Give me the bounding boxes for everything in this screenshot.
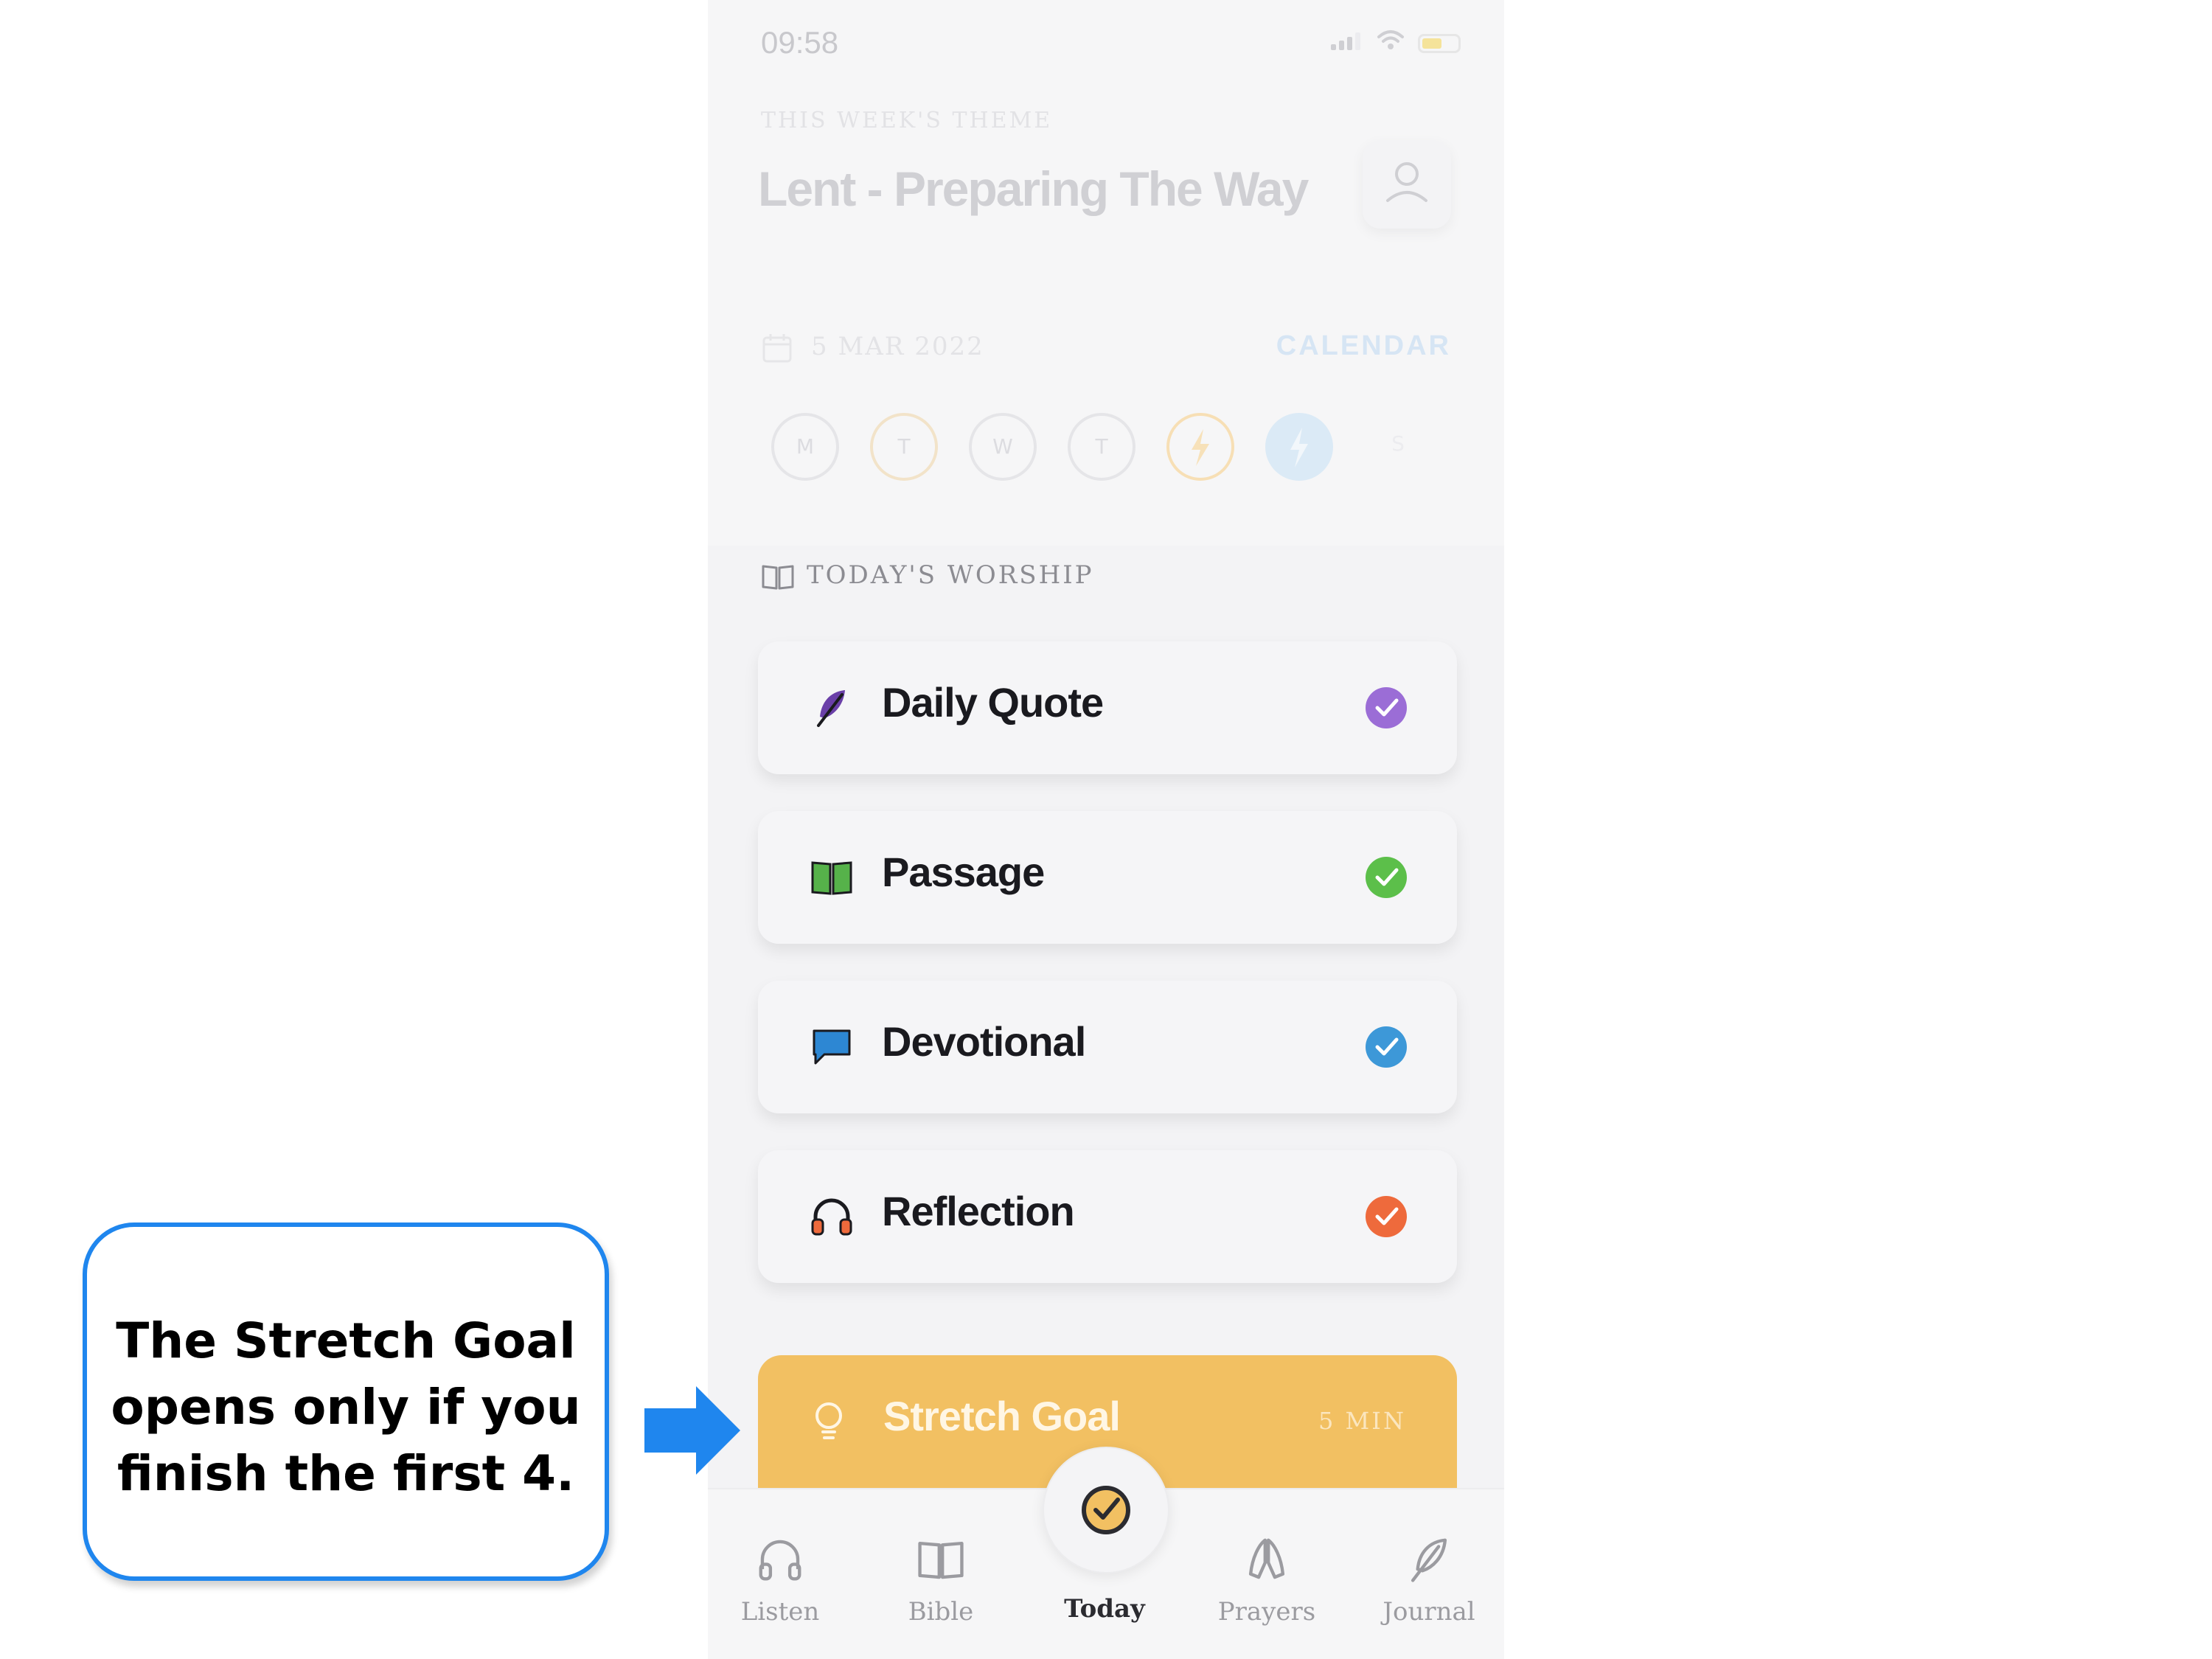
praying-hands-icon	[1248, 1538, 1285, 1579]
chat-bubble-icon	[813, 1029, 851, 1065]
calendar-link[interactable]: CALENDAR	[1276, 330, 1451, 362]
check-circle-icon	[1366, 687, 1407, 728]
arrow-right-icon	[644, 1386, 740, 1475]
tab-listen[interactable]: Listen	[714, 1534, 846, 1627]
theme-label: THIS WEEK'S THEME	[761, 108, 1053, 133]
calendar-icon	[762, 334, 792, 363]
tab-bible[interactable]: Bible	[874, 1534, 1007, 1627]
headphones-icon	[759, 1540, 801, 1581]
worship-card-label: Passage	[882, 849, 1045, 895]
annotation-text: The Stretch Goal opens only if you finis…	[109, 1308, 582, 1507]
day-tuesday[interactable]: T	[870, 413, 938, 481]
current-date: 5 MAR 2022	[811, 332, 984, 361]
profile-button[interactable]	[1363, 140, 1451, 229]
tab-label: Prayers	[1217, 1597, 1316, 1627]
phone-screen: 09:58 THIS WEEK'S THEME Lent - Preparing…	[708, 0, 1504, 1659]
signal-icon	[1331, 32, 1363, 50]
headphones-icon	[811, 1198, 852, 1236]
book-icon	[762, 565, 794, 590]
check-circle-icon	[1366, 857, 1407, 898]
lightning-icon	[1192, 429, 1209, 466]
annotation-callout: The Stretch Goal opens only if you finis…	[83, 1222, 609, 1581]
today-center-button[interactable]	[1043, 1447, 1169, 1573]
status-time: 09:58	[761, 25, 839, 60]
user-icon	[1386, 162, 1427, 202]
lightning-icon	[1290, 428, 1308, 467]
status-bar: 09:58	[708, 0, 1504, 88]
worship-card-reflection[interactable]: Reflection	[758, 1150, 1457, 1283]
tab-label: Journal	[1382, 1597, 1475, 1627]
tab-label: Today	[1064, 1594, 1145, 1624]
annotation-line: opens only if you	[111, 1379, 581, 1436]
book-icon	[918, 1541, 964, 1579]
stretch-goal-duration: 5 MIN	[1318, 1407, 1406, 1435]
worship-card-label: Devotional	[882, 1018, 1086, 1065]
worship-card-passage[interactable]: Passage	[758, 811, 1457, 944]
feather-icon	[1411, 1538, 1447, 1582]
header-area: 09:58 THIS WEEK'S THEME Lent - Preparing…	[708, 0, 1504, 546]
annotation-line: finish the first 4.	[116, 1445, 575, 1502]
wifi-icon	[1377, 30, 1404, 49]
day-saturday[interactable]	[1265, 413, 1333, 481]
worship-card-label: Reflection	[882, 1188, 1075, 1234]
check-circle-icon	[1082, 1486, 1130, 1534]
day-friday[interactable]	[1166, 413, 1234, 481]
check-circle-icon	[1366, 1196, 1407, 1237]
feather-icon	[817, 690, 845, 727]
lightbulb-icon	[815, 1402, 842, 1439]
day-thursday[interactable]: T	[1068, 413, 1135, 481]
date-row: 5 MAR 2022 CALENDAR	[761, 330, 1451, 367]
annotation-line: The Stretch Goal	[116, 1312, 576, 1369]
worship-card-daily-quote[interactable]: Daily Quote	[758, 641, 1457, 774]
section-title-todays-worship: TODAY'S WORSHIP	[807, 560, 1094, 590]
stretch-goal-label: Stretch Goal	[883, 1393, 1121, 1439]
theme-title: Lent - Preparing The Way	[758, 161, 1309, 216]
worship-card-label: Daily Quote	[882, 679, 1104, 726]
tab-prayers[interactable]: Prayers	[1200, 1534, 1333, 1627]
tab-label: Listen	[740, 1597, 820, 1627]
worship-card-devotional[interactable]: Devotional	[758, 981, 1457, 1113]
day-monday[interactable]: M	[771, 413, 839, 481]
check-circle-icon	[1366, 1026, 1407, 1068]
day-wednesday[interactable]: W	[969, 413, 1037, 481]
week-days: M T W T S	[771, 413, 1457, 487]
day-sunday[interactable]: S	[1364, 413, 1432, 481]
book-icon	[811, 861, 852, 895]
tab-label: Bible	[908, 1597, 974, 1627]
battery-icon	[1418, 34, 1461, 53]
tab-journal[interactable]: Journal	[1363, 1534, 1495, 1627]
